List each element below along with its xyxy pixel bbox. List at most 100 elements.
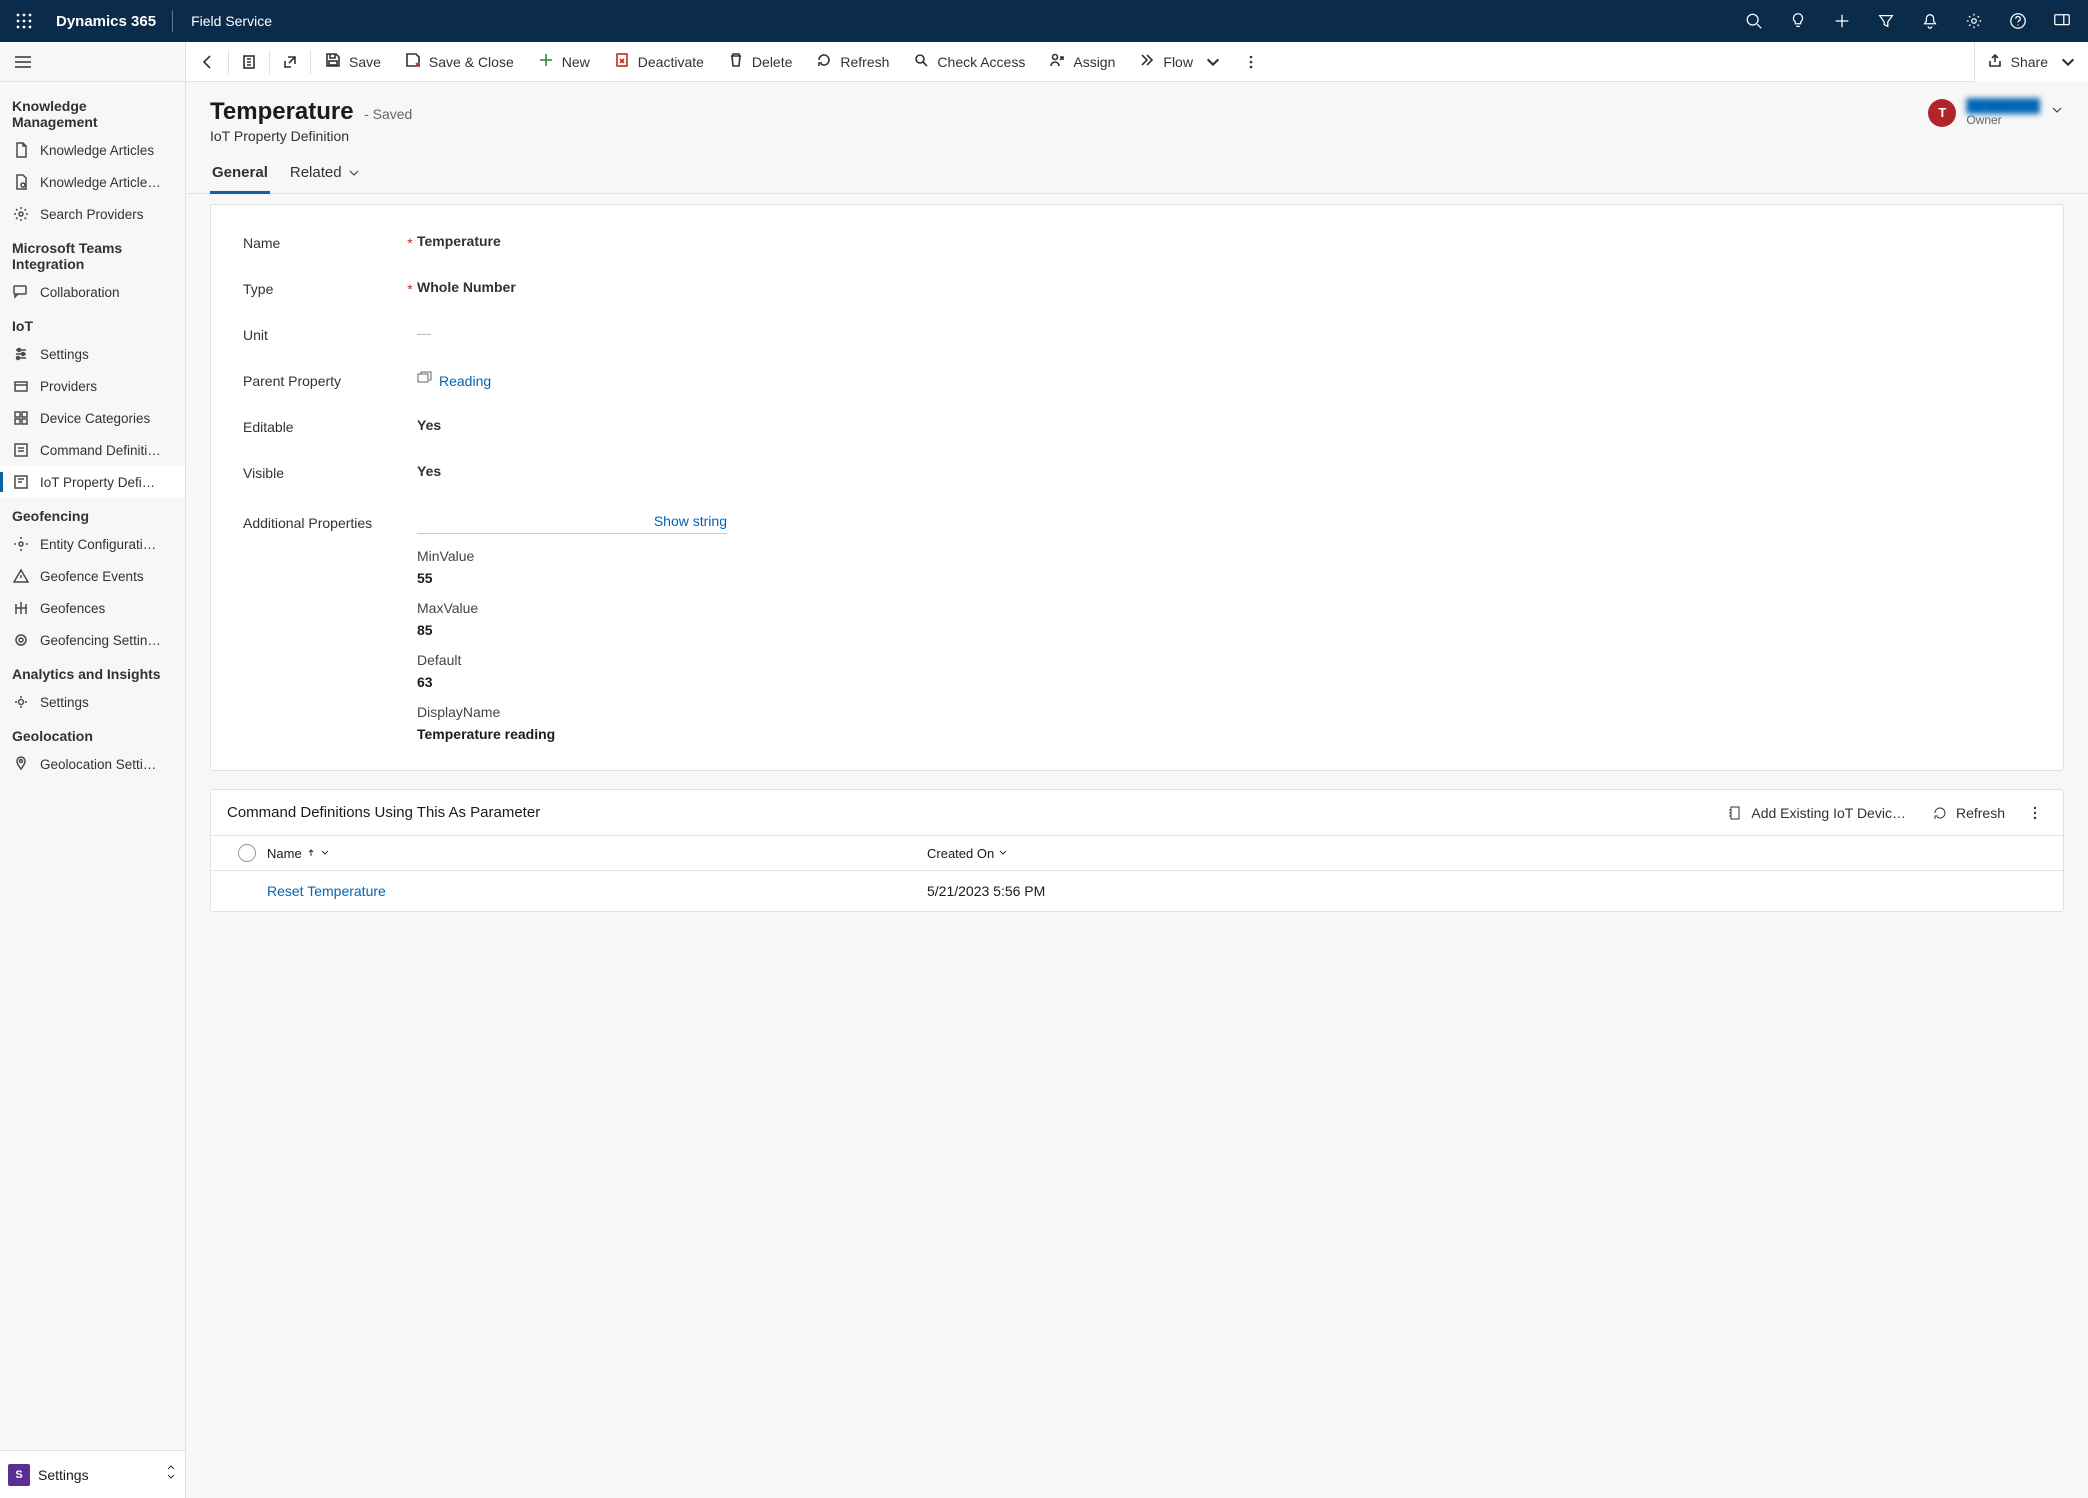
row-name-link[interactable]: Reset Temperature [267, 883, 386, 899]
main-area: Save Save & Close New Deactivate Delete … [186, 42, 2088, 1498]
tab-related[interactable]: Related [288, 158, 362, 193]
gear-icon [12, 205, 30, 223]
select-all-checkbox[interactable] [238, 844, 256, 862]
nav-geofencing-settings[interactable]: Geofencing Settin… [0, 624, 185, 656]
table-row[interactable]: Reset Temperature 5/21/2023 5:56 PM [211, 871, 2063, 911]
subfield-key-maxvalue: MaxValue [417, 600, 2031, 616]
overflow-button[interactable] [1233, 42, 1269, 82]
nav-geofence-events[interactable]: Geofence Events [0, 560, 185, 592]
nav-label: IoT Property Defi… [40, 475, 155, 490]
nav-iot-providers[interactable]: Providers [0, 370, 185, 402]
subfield-val-default[interactable]: 63 [417, 674, 2031, 690]
field-value-editable[interactable]: Yes [417, 417, 441, 433]
site-map: Knowledge Management Knowledge Articles … [0, 42, 186, 1498]
flow-button[interactable]: Flow [1127, 42, 1233, 82]
divider [172, 10, 173, 32]
check-access-button[interactable]: Check Access [901, 42, 1037, 82]
gear-icon[interactable] [1956, 0, 1992, 42]
nav-geofences[interactable]: Geofences [0, 592, 185, 624]
subfield-key-displayname: DisplayName [417, 704, 2031, 720]
chevron-down-icon [2050, 103, 2064, 122]
filter-icon[interactable] [1868, 0, 1904, 42]
owner-control[interactable]: T ████████ Owner [1928, 98, 2064, 127]
deactivate-button[interactable]: Deactivate [602, 42, 716, 82]
show-string-toggle[interactable]: Show string [654, 513, 727, 529]
gear-icon [12, 693, 30, 711]
refresh-button[interactable]: Refresh [804, 42, 901, 82]
nav-iot-settings[interactable]: Settings [0, 338, 185, 370]
nav-label: Settings [40, 347, 89, 362]
field-value-parent[interactable]: Reading [417, 371, 491, 390]
nav-search-providers[interactable]: Search Providers [0, 198, 185, 230]
field-value-name[interactable]: Temperature [417, 233, 501, 249]
help-icon[interactable] [2000, 0, 2036, 42]
save-close-icon [405, 52, 421, 71]
lightbulb-icon[interactable] [1780, 0, 1816, 42]
nav-group-teams: Microsoft Teams Integration [0, 230, 185, 276]
share-button[interactable]: Share [1987, 42, 2076, 82]
area-chip: S [8, 1464, 30, 1486]
form-header: Temperature - Saved IoT Property Definit… [186, 82, 2088, 144]
delete-button[interactable]: Delete [716, 42, 804, 82]
nav-device-categories[interactable]: Device Categories [0, 402, 185, 434]
record-status: - Saved [364, 106, 412, 122]
nav-entity-configurations[interactable]: Entity Configurati… [0, 528, 185, 560]
record-title: Temperature [210, 98, 354, 125]
cmd-label: Check Access [937, 54, 1025, 70]
back-button[interactable] [190, 42, 226, 82]
field-value-unit[interactable]: --- [417, 325, 431, 341]
save-icon [325, 52, 341, 71]
tab-general[interactable]: General [210, 158, 270, 193]
assistant-pane-icon[interactable] [2044, 0, 2080, 42]
subfield-val-maxvalue[interactable]: 85 [417, 622, 2031, 638]
field-label-additional-properties: Additional Properties [243, 513, 403, 531]
nav-command-definitions[interactable]: Command Definiti… [0, 434, 185, 466]
app-launcher-icon[interactable] [8, 5, 40, 37]
nav-geolocation-settings[interactable]: Geolocation Setti… [0, 748, 185, 780]
nav-scroll[interactable]: Knowledge Management Knowledge Articles … [0, 82, 185, 1498]
field-value-visible[interactable]: Yes [417, 463, 441, 479]
brand-label[interactable]: Dynamics 365 [48, 13, 164, 30]
assign-button[interactable]: Assign [1037, 42, 1127, 82]
column-header-name[interactable]: Name [267, 846, 927, 861]
nav-label: Geofences [40, 601, 105, 616]
nav-collaboration[interactable]: Collaboration [0, 276, 185, 308]
field-label-type: Type [243, 279, 403, 297]
open-new-window-button[interactable] [272, 42, 308, 82]
nav-iot-property-definitions[interactable]: IoT Property Defi… [0, 466, 185, 498]
nav-knowledge-article-templates[interactable]: Knowledge Article… [0, 166, 185, 198]
nav-analytics-settings[interactable]: Settings [0, 686, 185, 718]
column-header-created[interactable]: Created On [927, 846, 2047, 861]
add-existing-button[interactable]: Add Existing IoT Devic… [1719, 805, 1914, 821]
cmd-label: Save & Close [429, 54, 514, 70]
list-icon [12, 441, 30, 459]
subgrid-refresh-button[interactable]: Refresh [1924, 805, 2013, 821]
subfield-key-default: Default [417, 652, 2031, 668]
field-value-type[interactable]: Whole Number [417, 279, 516, 295]
form-tabs: General Related [186, 144, 2088, 194]
subgrid-title: Command Definitions Using This As Parame… [227, 804, 1709, 821]
cmd-label: Flow [1163, 54, 1193, 70]
bell-icon[interactable] [1912, 0, 1948, 42]
required-marker: * [403, 233, 417, 251]
command-bar: Save Save & Close New Deactivate Delete … [186, 42, 2088, 82]
collapse-nav-icon[interactable] [10, 49, 36, 75]
app-area-label[interactable]: Field Service [181, 13, 282, 29]
fence-icon [12, 599, 30, 617]
tag-icon [12, 473, 30, 491]
search-icon[interactable] [1736, 0, 1772, 42]
save-button[interactable]: Save [313, 42, 393, 82]
new-button[interactable]: New [526, 42, 602, 82]
add-icon[interactable] [1824, 0, 1860, 42]
subfield-val-minvalue[interactable]: 55 [417, 570, 2031, 586]
form-content[interactable]: Name * Temperature Type * Whole Number U… [186, 194, 2088, 1498]
area-switcher[interactable]: S Settings [0, 1450, 185, 1498]
cmd-label: Save [349, 54, 381, 70]
nav-knowledge-articles[interactable]: Knowledge Articles [0, 134, 185, 166]
save-close-button[interactable]: Save & Close [393, 42, 526, 82]
nav-label: Geofence Events [40, 569, 144, 584]
record-set-button[interactable] [231, 42, 267, 82]
required-marker: * [403, 279, 417, 297]
subgrid-overflow-button[interactable] [2023, 805, 2047, 821]
subfield-val-displayname[interactable]: Temperature reading [417, 726, 2031, 742]
